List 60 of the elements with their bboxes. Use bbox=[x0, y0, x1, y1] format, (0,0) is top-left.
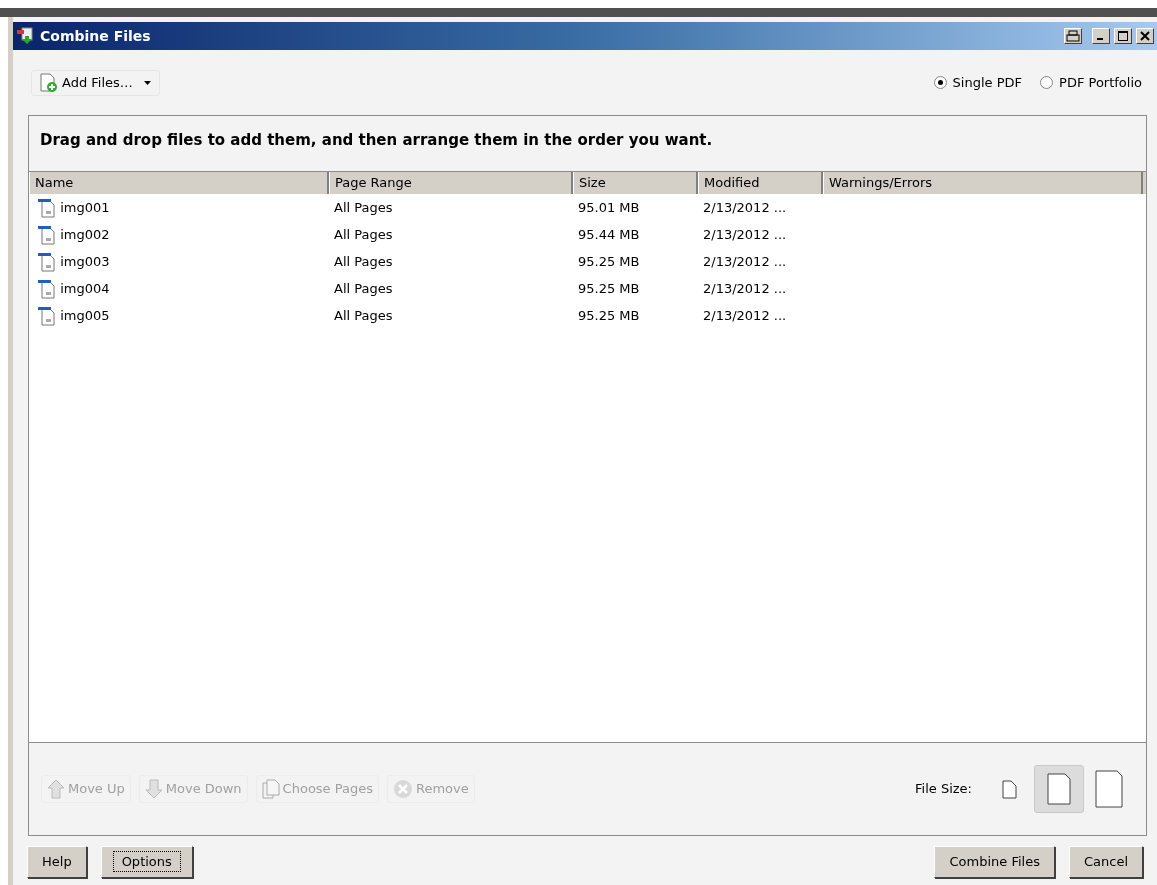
combine-files-icon bbox=[16, 27, 36, 45]
table-cell-text: 95.44 MB bbox=[577, 225, 641, 244]
image-file-icon bbox=[37, 197, 57, 218]
arrow-up-icon bbox=[47, 779, 65, 799]
table-cell-text: All Pages bbox=[333, 306, 394, 325]
file-add-icon bbox=[38, 72, 60, 93]
pages-icon bbox=[261, 779, 280, 799]
file-size-label: File Size: bbox=[915, 780, 972, 799]
table-cell-text: 95.25 MB bbox=[577, 279, 641, 298]
page-icon bbox=[1095, 770, 1123, 808]
table-cell-text: img003 bbox=[60, 252, 110, 271]
column-header[interactable]: Name bbox=[29, 172, 329, 194]
remove-icon bbox=[393, 779, 413, 799]
instruction-text: Drag and drop files to add them, and then arrange them in the order you want. bbox=[39, 130, 714, 151]
close-button[interactable] bbox=[1136, 28, 1154, 44]
table-cell-text: 95.25 MB bbox=[577, 306, 641, 325]
maximize-icon bbox=[1118, 31, 1128, 41]
table-cell-text: img005 bbox=[60, 306, 110, 325]
radio-button[interactable] bbox=[933, 76, 947, 89]
column-header[interactable]: Warnings/Errors bbox=[823, 172, 1143, 194]
table-cell-text: All Pages bbox=[333, 225, 394, 244]
dialog-button[interactable]: Help bbox=[27, 846, 87, 878]
dialog-button[interactable]: Options bbox=[100, 846, 193, 878]
table-cell-text: 2/13/2012 ... bbox=[702, 225, 788, 244]
column-header[interactable]: Size bbox=[573, 172, 698, 194]
table-cell-text: img002 bbox=[60, 225, 110, 244]
minimize-icon bbox=[1096, 38, 1103, 40]
table-cell-text: All Pages bbox=[333, 252, 394, 271]
page-icon bbox=[1047, 773, 1071, 805]
table-cell-text: img001 bbox=[60, 198, 110, 217]
print-button[interactable] bbox=[1064, 28, 1082, 44]
close-icon bbox=[1140, 31, 1150, 41]
column-header[interactable]: Page Range bbox=[329, 172, 573, 194]
radio-option[interactable]: Single PDF bbox=[933, 72, 1023, 93]
table-cell-text: All Pages bbox=[333, 279, 394, 298]
file-size-option[interactable] bbox=[1034, 765, 1084, 813]
dialog-button[interactable]: Combine Files bbox=[934, 846, 1055, 878]
add-files-button[interactable]: Add Files… bbox=[31, 69, 160, 96]
maximize-button[interactable] bbox=[1114, 28, 1132, 44]
table-cell-text: 95.01 MB bbox=[577, 198, 641, 217]
minimize-button[interactable] bbox=[1092, 28, 1110, 44]
arrow-down-icon bbox=[144, 779, 163, 799]
image-file-icon bbox=[37, 251, 57, 272]
dialog-button[interactable]: Cancel bbox=[1068, 846, 1143, 878]
image-file-icon bbox=[37, 278, 57, 299]
table-cell-text: 2/13/2012 ... bbox=[702, 252, 788, 271]
table-cell-text: All Pages bbox=[333, 198, 394, 217]
table-cell-text: 95.25 MB bbox=[577, 252, 641, 271]
image-file-icon bbox=[37, 224, 57, 245]
radio-option[interactable]: PDF Portfolio bbox=[1040, 72, 1142, 93]
table-cell-text: img004 bbox=[60, 279, 110, 298]
window-title: Combine Files bbox=[40, 26, 151, 46]
print-icon bbox=[1066, 30, 1080, 42]
image-file-icon bbox=[37, 305, 57, 326]
table-cell-text: 2/13/2012 ... bbox=[702, 306, 788, 325]
page-icon bbox=[1001, 779, 1017, 799]
column-header[interactable]: Modified bbox=[698, 172, 823, 194]
radio-button[interactable] bbox=[1040, 76, 1054, 89]
table-cell-text: 2/13/2012 ... bbox=[702, 198, 788, 217]
table-cell-text: 2/13/2012 ... bbox=[702, 279, 788, 298]
